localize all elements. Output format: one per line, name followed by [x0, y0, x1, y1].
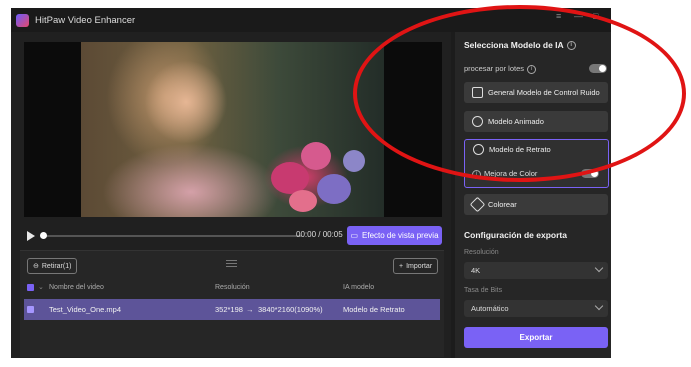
- minimize-icon[interactable]: —: [574, 11, 583, 21]
- menu-icon[interactable]: ≡: [556, 11, 561, 21]
- row-resolution-to: 3840*2160(1090%): [258, 305, 323, 314]
- portrait-icon: [473, 144, 484, 155]
- bitrate-value: Automático: [471, 304, 509, 313]
- info-icon[interactable]: i: [527, 64, 537, 74]
- resolution-value: 4K: [471, 266, 481, 275]
- seek-bar[interactable]: [40, 232, 301, 239]
- batch-label-text: procesar por lotes: [464, 64, 525, 73]
- animation-icon: [472, 116, 483, 127]
- flower-shape: [317, 174, 351, 204]
- export-button[interactable]: Exportar: [464, 327, 608, 348]
- row-checkbox[interactable]: [27, 306, 34, 313]
- portrait-model-card[interactable]: Modelo de Retrato i Mejora de Color: [464, 139, 609, 188]
- export-settings-title: Configuración de exporta: [464, 230, 567, 240]
- colorize-label: Colorear: [488, 200, 517, 209]
- flower-shape: [343, 150, 365, 172]
- preview-effect-button[interactable]: ▭ Efecto de vista previa: [347, 226, 442, 245]
- video-preview[interactable]: [24, 42, 442, 217]
- bitrate-label: Tasa de Bits: [464, 287, 503, 294]
- import-button[interactable]: + Importar: [393, 258, 439, 274]
- flower-shape: [289, 190, 317, 212]
- remove-button[interactable]: ⊖ Retirar(1): [27, 258, 78, 274]
- drag-handle-icon[interactable]: [226, 260, 237, 269]
- info-icon[interactable]: i: [472, 169, 481, 179]
- column-name: Nombre del video: [49, 284, 104, 291]
- app-window: HitPaw Video Enhancer ≡ — □ 00:00 / 00:0…: [11, 8, 611, 358]
- chevron-down-icon: [594, 263, 604, 273]
- resolution-label: Resolución: [464, 249, 499, 256]
- plus-icon: +: [399, 262, 404, 270]
- video-list-panel: ⊖ Retirar(1) + Importar ⌄ Nombre del vid…: [20, 250, 444, 357]
- chevron-down-icon: [594, 301, 604, 311]
- arrow-right-icon: →: [246, 305, 254, 314]
- column-resolution: Resolución: [215, 284, 250, 291]
- animated-model-button[interactable]: Modelo Animado: [464, 111, 608, 132]
- general-model-button[interactable]: General Modelo de Control Ruido: [464, 82, 608, 103]
- color-enhance-toggle[interactable]: [581, 169, 599, 178]
- table-header: ⌄ Nombre del video Resolución IA modelo: [20, 281, 444, 295]
- film-icon: [472, 87, 483, 98]
- info-icon[interactable]: i: [566, 41, 576, 51]
- player-controls: 00:00 / 00:05 ▭ Efecto de vista previa: [24, 226, 442, 246]
- portrait-model-button[interactable]: Modelo de Retrato: [465, 144, 551, 155]
- panel-title-text: Selecciona Modelo de IA: [464, 40, 564, 50]
- chevron-down-icon[interactable]: ⌄: [38, 283, 44, 291]
- flower-shape: [301, 142, 331, 170]
- settings-panel: Selecciona Modelo de IA i procesar por lo…: [455, 32, 611, 358]
- resolution-select[interactable]: 4K: [464, 262, 608, 279]
- brush-icon: [469, 196, 486, 213]
- remove-button-label: Retirar(1): [41, 262, 72, 270]
- colorize-button[interactable]: Colorear: [464, 194, 608, 215]
- time-display: 00:00 / 00:05: [296, 230, 343, 239]
- color-enhance-row: i Mejora de Color: [472, 169, 537, 179]
- video-frame: [81, 42, 384, 217]
- main-area: 00:00 / 00:05 ▭ Efecto de vista previa ⊖…: [11, 32, 451, 358]
- general-model-label: General Modelo de Control Ruido: [488, 88, 600, 97]
- color-enhance-label: Mejora de Color: [484, 169, 538, 178]
- app-logo-icon: [16, 13, 29, 27]
- select-all-checkbox[interactable]: [27, 284, 34, 291]
- title-bar: HitPaw Video Enhancer ≡ — □: [11, 8, 611, 32]
- preview-effect-label: Efecto de vista previa: [362, 231, 439, 240]
- maximize-icon[interactable]: □: [593, 11, 598, 21]
- minus-circle-icon: ⊖: [33, 263, 39, 270]
- portrait-model-label: Modelo de Retrato: [489, 145, 551, 154]
- row-filename: Test_Video_One.mp4: [49, 305, 121, 314]
- import-button-label: Importar: [406, 262, 433, 270]
- batch-label: procesar por lotes i: [464, 64, 537, 74]
- panel-title: Selecciona Modelo de IA i: [464, 40, 576, 51]
- row-resolution-from: 352*198: [215, 305, 243, 314]
- play-icon[interactable]: [27, 231, 35, 241]
- table-row[interactable]: Test_Video_One.mp4 352*198 → 3840*2160(1…: [24, 299, 440, 320]
- batch-toggle[interactable]: [589, 64, 607, 73]
- app-title: HitPaw Video Enhancer: [35, 14, 136, 26]
- bitrate-select[interactable]: Automático: [464, 300, 608, 317]
- camera-icon: ▭: [350, 231, 359, 240]
- column-ai-model: IA modelo: [343, 284, 375, 291]
- animated-model-label: Modelo Animado: [488, 117, 544, 126]
- row-ai-model: Modelo de Retrato: [343, 305, 405, 314]
- seek-knob[interactable]: [40, 232, 47, 239]
